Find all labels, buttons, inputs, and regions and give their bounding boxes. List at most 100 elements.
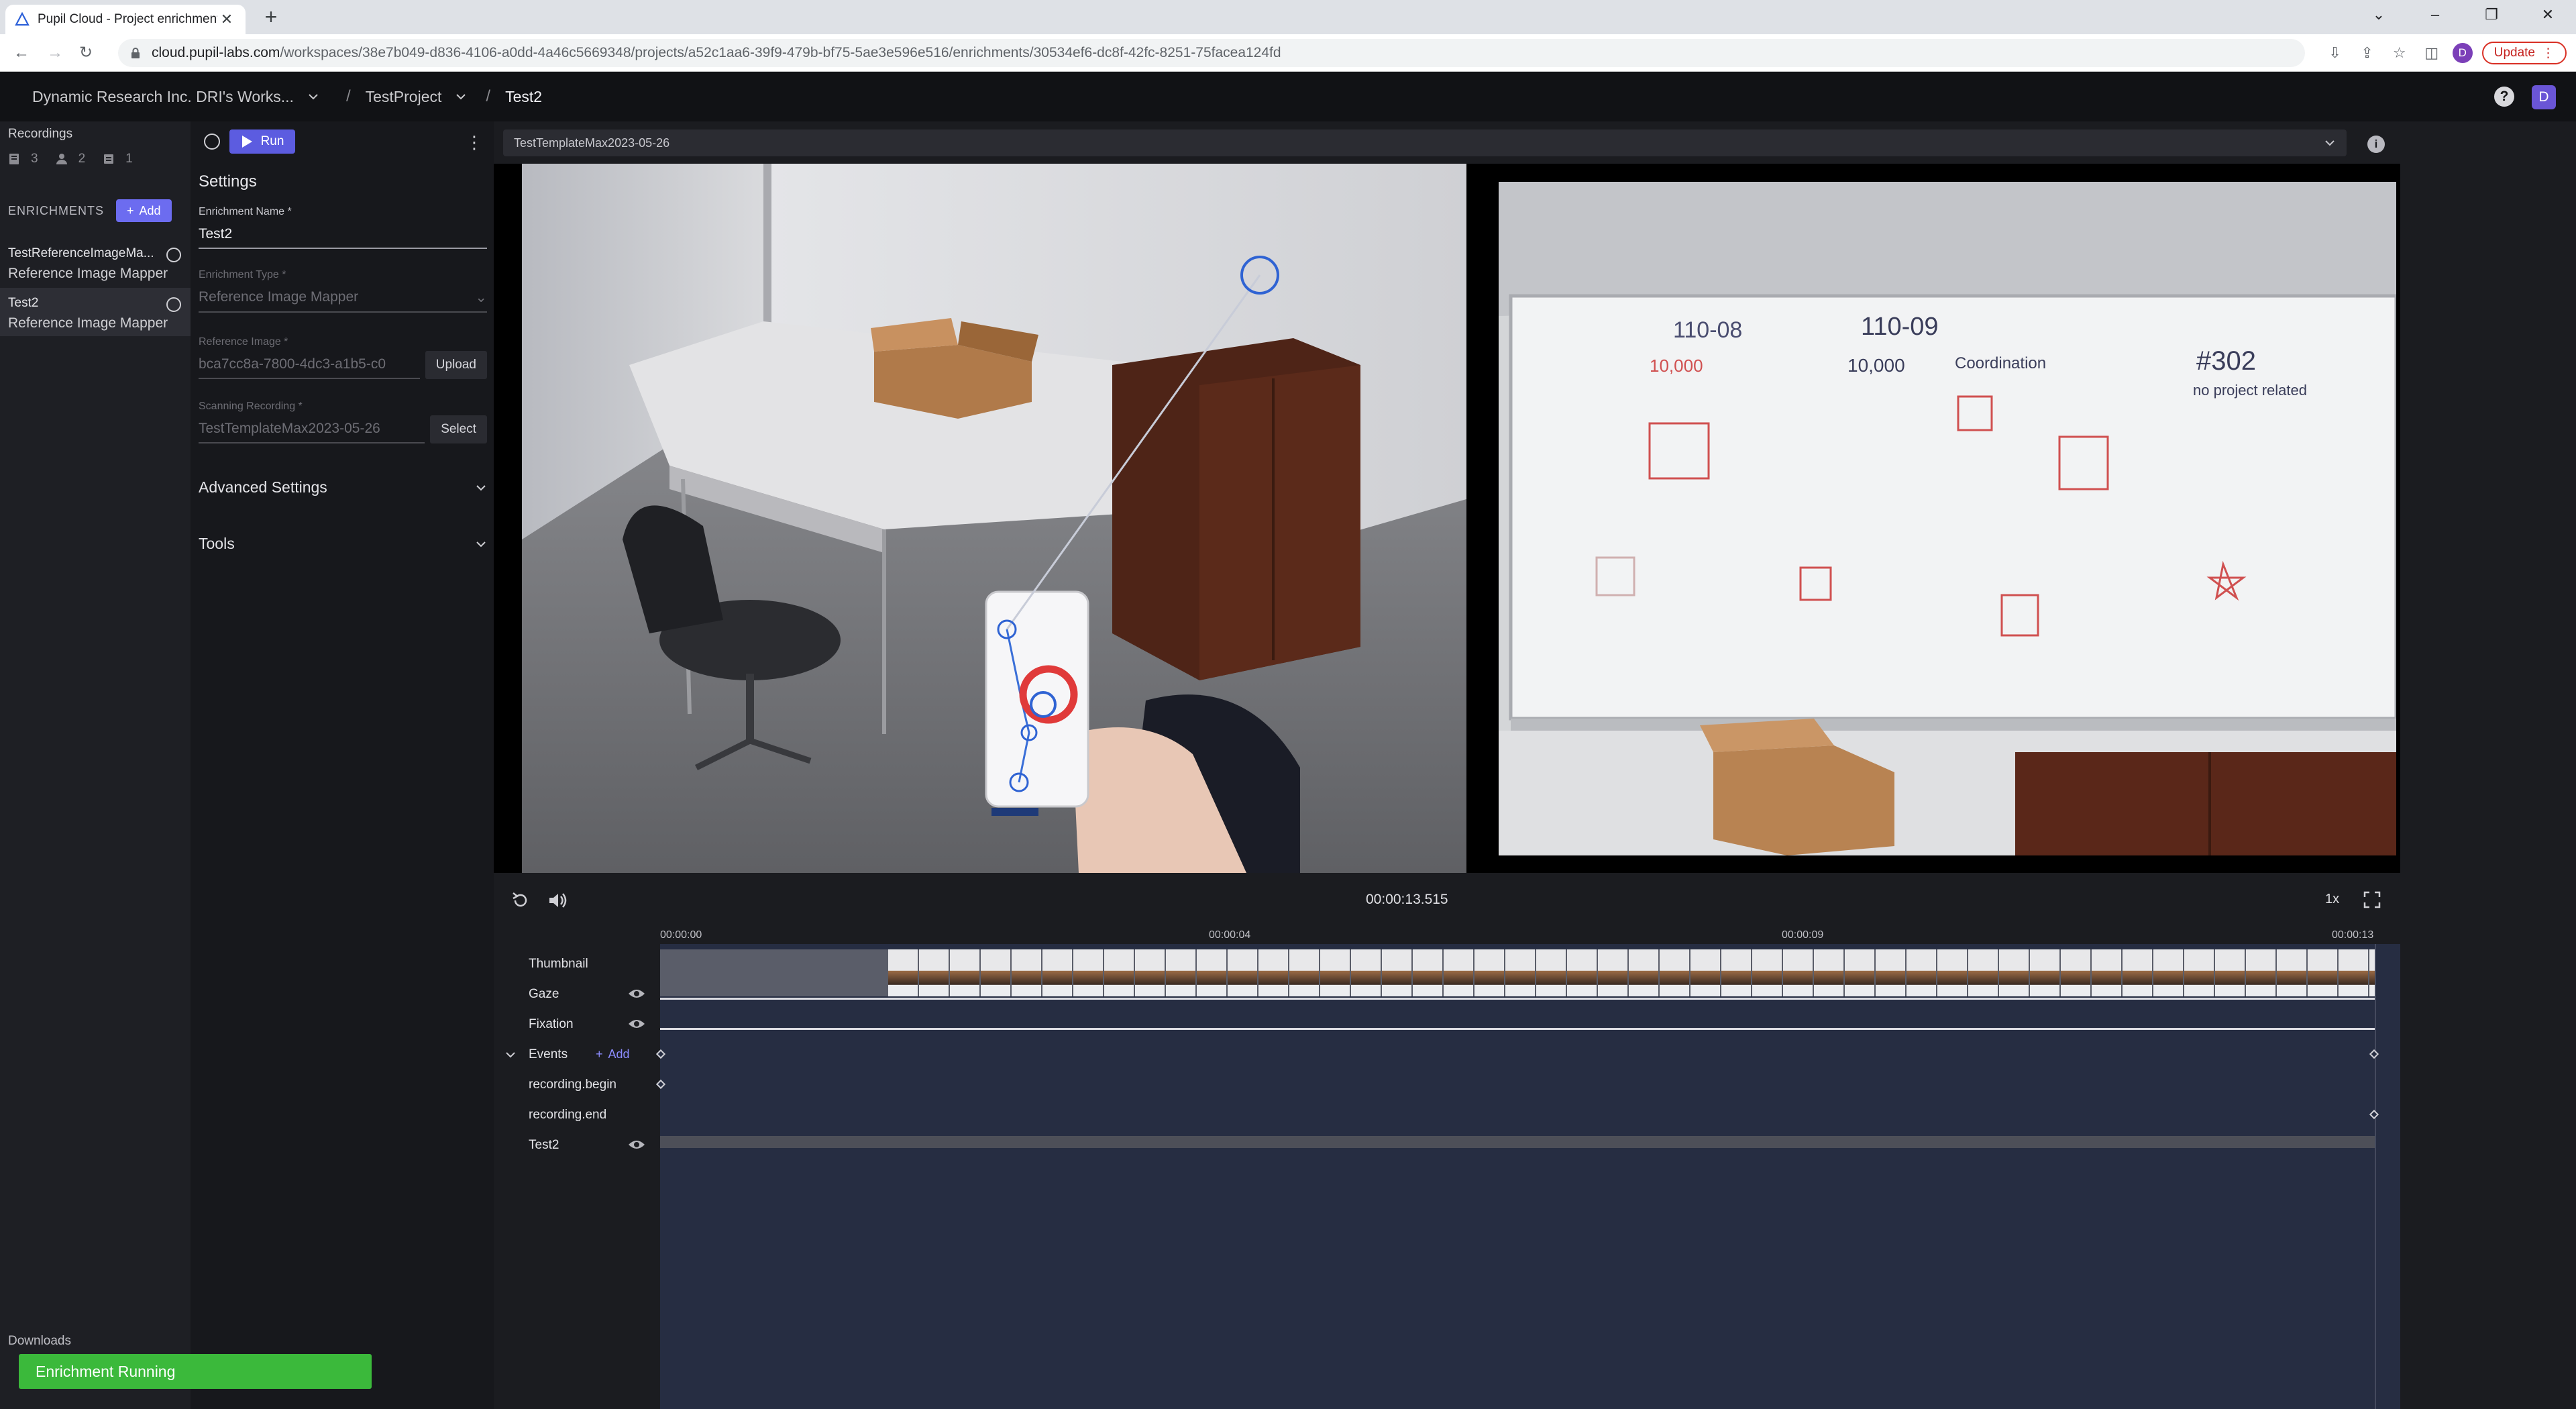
breadcrumb-workspace[interactable]: Dynamic Research Inc. DRI's Works... <box>32 88 319 106</box>
enrichment-type-select: Reference Image Mapper ⌄ <box>199 289 487 313</box>
thumbnail-frame <box>1197 949 1226 996</box>
reference-image-view[interactable]: 110-08 110-09 10,000 10,000 Coordination… <box>1499 182 2396 855</box>
thumbnail-frame <box>1629 949 1658 996</box>
wearer-count-value: 2 <box>78 152 86 166</box>
thumbnail-frame <box>1536 949 1566 996</box>
thumbnail-frame <box>1783 949 1813 996</box>
time-ruler: 00:00:00 00:00:04 00:00:09 00:00:13 <box>660 927 2400 944</box>
track-thumbnail-label: Thumbnail <box>529 957 588 971</box>
side-panel-icon[interactable]: ◫ <box>2420 42 2443 64</box>
share-icon[interactable]: ⇪ <box>2356 42 2379 64</box>
new-tab-icon[interactable]: + <box>260 6 282 28</box>
scene-camera-video[interactable] <box>522 164 1466 873</box>
enrichment-item-type: Reference Image Mapper <box>8 266 168 281</box>
playback-speed[interactable]: 1x <box>2325 892 2339 907</box>
thumbnail-frame <box>2123 949 2152 996</box>
track-gaze-label: Gaze <box>529 987 559 1001</box>
thumbnail-frame <box>1166 949 1195 996</box>
window-close-icon[interactable]: ✕ <box>2520 0 2576 34</box>
video-stage: 110-08 110-09 10,000 10,000 Coordination… <box>494 164 2400 873</box>
thumbnail-frame <box>919 949 949 996</box>
test2-track-bar[interactable] <box>660 1136 2375 1148</box>
profile-avatar[interactable]: D <box>2452 43 2473 63</box>
app-header: Dynamic Research Inc. DRI's Works... / T… <box>0 72 2576 121</box>
thumbnail-frame <box>950 949 979 996</box>
thumbnail-frame <box>1968 949 1998 996</box>
tab-close-icon[interactable]: ✕ <box>217 11 236 28</box>
forward-icon[interactable]: → <box>44 42 66 64</box>
enrichment-item-name: Test2 <box>8 296 39 310</box>
template-count: 1 <box>103 152 133 166</box>
thumbnail-frame <box>1444 949 1473 996</box>
enrichment-name-field: Enrichment Name * Test2 <box>199 206 487 249</box>
browser-tab[interactable]: Pupil Cloud - Project enrichment ✕ <box>5 5 246 34</box>
tools-toggle[interactable]: Tools <box>199 535 487 553</box>
add-enrichment-label: Add <box>139 203 161 217</box>
run-status-icon <box>204 134 220 150</box>
thumbnail-frame <box>2184 949 2214 996</box>
whiteboard-code-left: 110-08 <box>1673 317 1742 343</box>
add-event-button[interactable]: + Add <box>596 1047 630 1061</box>
thumbnail-frame <box>1845 949 1874 996</box>
select-button[interactable]: Select <box>430 415 487 443</box>
bookmark-star-icon[interactable]: ☆ <box>2388 42 2411 64</box>
reference-image-input: bca7cc8a-7800-4dc3-a1b5-c0 <box>199 356 420 379</box>
address-bar: ← → ↻ cloud.pupil-labs.com/workspaces/38… <box>0 34 2576 72</box>
enrichments-label: ENRICHMENTS <box>8 203 105 217</box>
eye-icon[interactable] <box>628 1139 645 1151</box>
more-options-icon[interactable]: ⋮ <box>466 132 483 153</box>
volume-icon[interactable] <box>547 891 568 910</box>
thumbnail-frame <box>1937 949 1967 996</box>
url-path: /workspaces/38e7b049-d836-4106-a0dd-4a46… <box>280 45 1281 60</box>
thumbnail-frame <box>888 949 918 996</box>
thumbnail-frame <box>1474 949 1504 996</box>
thumbnail-frame <box>1752 949 1782 996</box>
enrichment-item-type: Reference Image Mapper <box>8 315 168 331</box>
recording-select-value: TestTemplateMax2023-05-26 <box>514 136 670 150</box>
thumbnail-frame <box>1351 949 1381 996</box>
minimize-icon[interactable]: – <box>2407 0 2463 34</box>
run-label: Run <box>260 134 284 148</box>
enrichment-name-input[interactable]: Test2 <box>199 226 487 249</box>
eye-icon[interactable] <box>628 1018 645 1030</box>
browser-update-button[interactable]: Update ⋮ <box>2481 42 2567 64</box>
enrichments-header: ENRICHMENTS + Add <box>8 199 182 222</box>
thumbnail-strip[interactable] <box>660 949 2375 996</box>
reference-image-frame: 110-08 110-09 10,000 10,000 Coordination… <box>1499 182 2396 855</box>
window-menu-icon[interactable]: ⌄ <box>2351 0 2407 34</box>
run-button[interactable]: Run <box>229 129 295 154</box>
add-event-label: Add <box>608 1047 630 1061</box>
chevron-down-icon <box>309 94 318 100</box>
user-avatar[interactable]: D <box>2532 85 2556 109</box>
advanced-settings-toggle[interactable]: Advanced Settings <box>199 478 487 497</box>
replay-icon[interactable] <box>511 891 530 910</box>
back-icon[interactable]: ← <box>11 42 32 64</box>
install-app-icon[interactable]: ⇩ <box>2324 42 2347 64</box>
downloads-label[interactable]: Downloads <box>8 1334 71 1349</box>
enrichment-item[interactable]: TestReferenceImageMa... Reference Image … <box>0 238 191 286</box>
upload-button[interactable]: Upload <box>425 351 487 379</box>
thumbnail-frame <box>1660 949 1689 996</box>
thumbnail-frame <box>2153 949 2183 996</box>
breadcrumb-enrichment: Test2 <box>505 88 542 106</box>
whiteboard-note: #302 <box>2196 346 2256 376</box>
thumbnail-frame <box>1104 949 1134 996</box>
restore-icon[interactable]: ❐ <box>2463 0 2520 34</box>
thumbnail-frame <box>1598 949 1627 996</box>
chevron-down-icon[interactable] <box>504 1049 517 1061</box>
thumbnail-frame <box>1505 949 1535 996</box>
eye-icon[interactable] <box>628 988 645 1000</box>
thumbnail-frame <box>1907 949 1936 996</box>
fullscreen-icon[interactable] <box>2363 890 2381 909</box>
recording-select[interactable]: TestTemplateMax2023-05-26 <box>503 129 2347 156</box>
enrichment-item-selected[interactable]: Test2 Reference Image Mapper <box>0 288 191 336</box>
add-enrichment-button[interactable]: + Add <box>116 199 172 222</box>
reload-icon[interactable]: ↻ <box>75 42 97 64</box>
thumbnail-frame <box>1721 949 1751 996</box>
info-icon[interactable]: i <box>2367 136 2385 153</box>
url-field[interactable]: cloud.pupil-labs.com/workspaces/38e7b049… <box>118 39 2305 67</box>
breadcrumb-project[interactable]: TestProject <box>366 88 468 106</box>
help-icon[interactable]: ? <box>2494 87 2514 107</box>
tick-label: 00:00:00 <box>660 929 702 941</box>
recordings-title[interactable]: Recordings <box>8 127 72 142</box>
